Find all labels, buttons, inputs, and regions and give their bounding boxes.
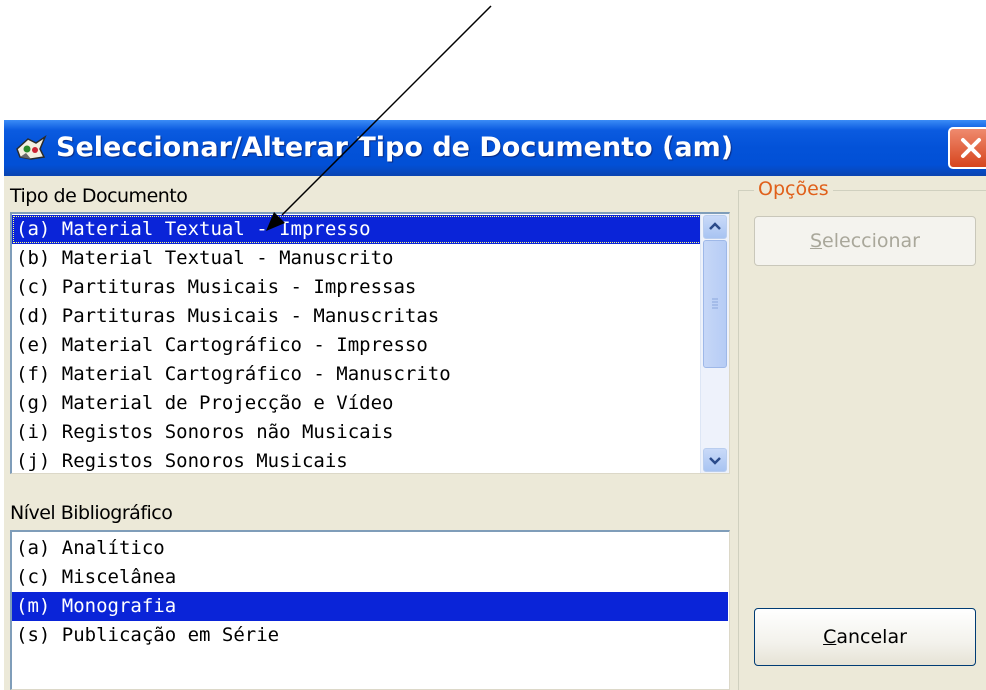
document-type-label: Tipo de Documento <box>10 185 188 207</box>
list-item[interactable]: (a) Material Textual - Impresso <box>12 215 702 244</box>
scroll-up-button[interactable] <box>703 215 727 239</box>
list-item[interactable]: (c) Miscelânea <box>12 563 728 592</box>
list-item[interactable]: (s) Publicação em Série <box>12 621 728 650</box>
cancel-button-label: ancelar <box>836 626 907 648</box>
select-button-mnemonic: S <box>809 230 823 252</box>
select-document-type-dialog: Seleccionar/Alterar Tipo de Documento (a… <box>4 120 986 690</box>
list-item[interactable]: (m) Monografia <box>12 592 728 621</box>
list-item[interactable]: (f) Material Cartográfico - Manuscrito <box>12 360 702 389</box>
document-type-rows: (a) Material Textual - Impresso (b) Mater… <box>12 215 702 473</box>
list-item[interactable]: (g) Material de Projecção e Vídeo <box>12 389 702 418</box>
bibliographic-level-label: Nível Bibliográfico <box>10 502 173 524</box>
window-title: Seleccionar/Alterar Tipo de Documento (a… <box>56 132 734 163</box>
grip-icon <box>712 298 718 309</box>
scroll-thumb[interactable] <box>703 240 727 368</box>
bibliographic-level-rows: (a) Analítico (c) Miscelânea (m) Monografi… <box>12 534 728 650</box>
close-icon <box>961 138 981 158</box>
list-item[interactable]: (i) Registos Sonoros não Musicais <box>12 418 702 447</box>
list-item[interactable]: (j) Registos Sonoros Musicais <box>12 447 702 473</box>
bibliographic-level-listbox[interactable]: (a) Analítico (c) Miscelânea (m) Monografi… <box>10 530 730 690</box>
app-icon <box>16 135 47 160</box>
document-type-scrollbar[interactable] <box>700 214 729 473</box>
list-item[interactable]: (c) Partituras Musicais - Impressas <box>12 273 702 302</box>
close-button[interactable] <box>948 127 986 169</box>
select-button-label: eleccionar <box>822 230 920 252</box>
list-item[interactable]: (d) Partituras Musicais - Manuscritas <box>12 302 702 331</box>
options-group-title: Opções <box>754 178 833 200</box>
list-item[interactable]: (b) Material Textual - Manuscrito <box>12 244 702 273</box>
title-bar: Seleccionar/Alterar Tipo de Documento (a… <box>4 120 986 176</box>
list-item[interactable]: (a) Analítico <box>12 534 728 563</box>
chevron-down-icon <box>709 457 721 465</box>
document-type-listbox[interactable]: (a) Material Textual - Impresso (b) Mater… <box>10 212 730 474</box>
cancel-button-mnemonic: C <box>823 626 837 648</box>
cancel-button[interactable]: Cancelar <box>754 608 976 666</box>
chevron-up-icon <box>709 222 721 230</box>
list-item[interactable]: (e) Material Cartográfico - Impresso <box>12 331 702 360</box>
select-button[interactable]: Seleccionar <box>754 216 976 266</box>
scroll-down-button[interactable] <box>703 448 727 472</box>
